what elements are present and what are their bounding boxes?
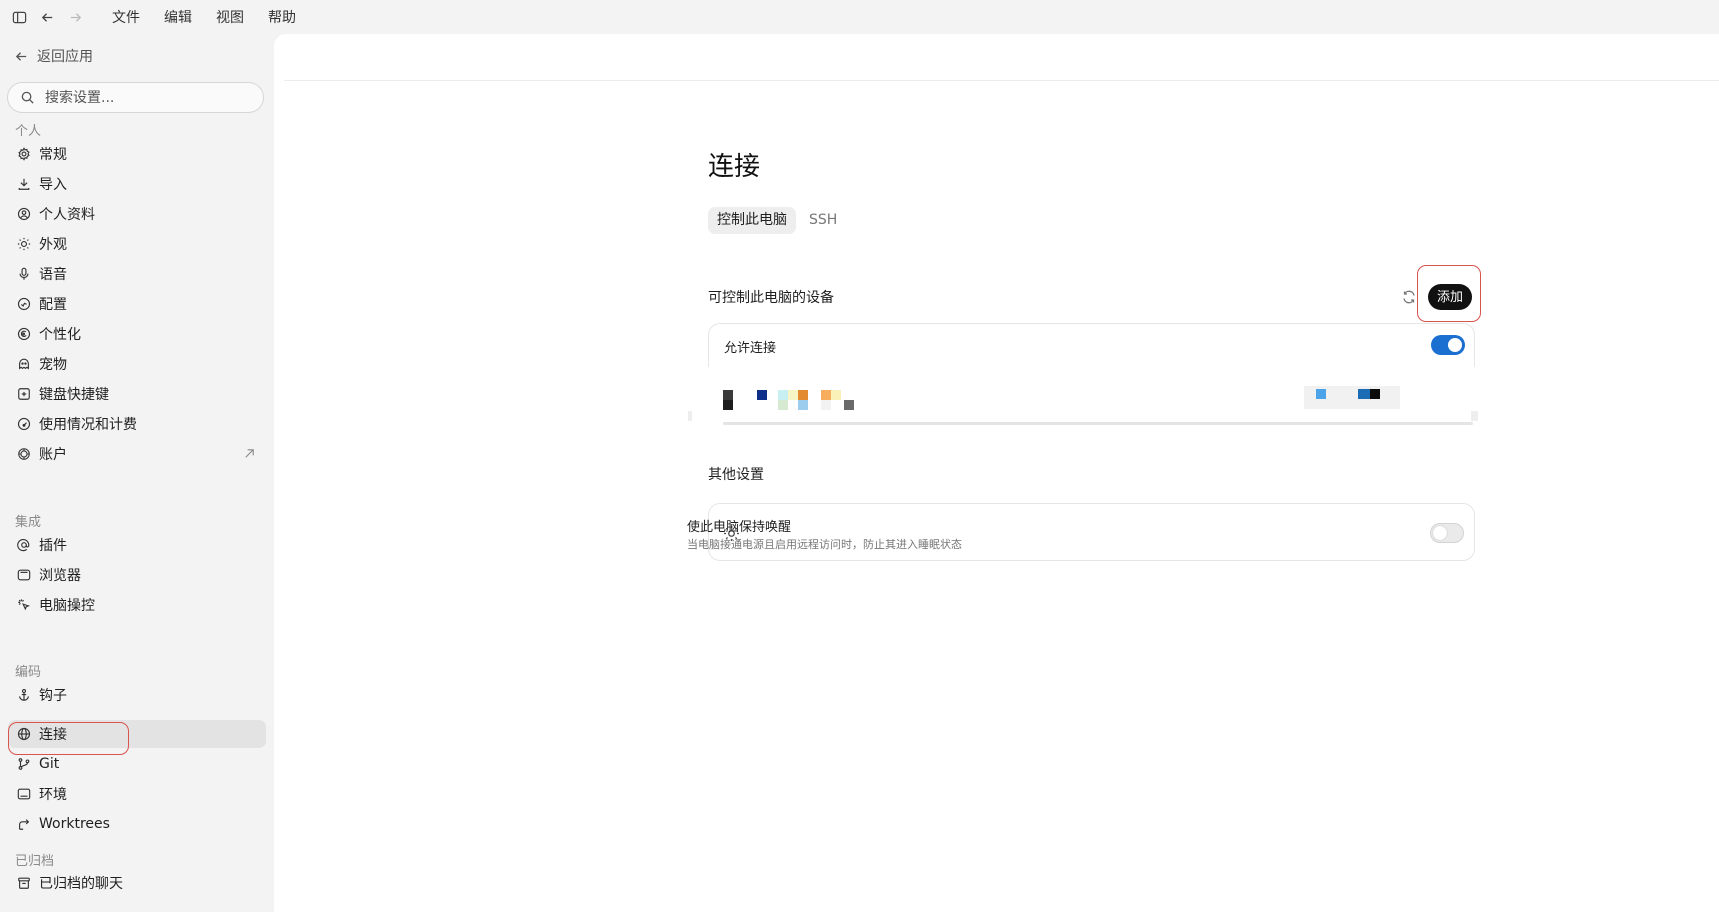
sidebar-item-label: Git [39,756,60,772]
sidebar-item-label: 配置 [39,297,67,313]
menu-file[interactable]: 文件 [112,7,140,27]
other-settings-heading: 其他设置 [708,467,764,483]
gear-icon [16,147,31,162]
keyboard-icon [16,387,31,402]
sidebar-item-environment[interactable]: 环境 [8,780,266,808]
sidebar-item-personalize[interactable]: 个性化 [8,320,266,348]
sidebar-item-voice[interactable]: 语音 [8,260,266,288]
config-icon [16,297,31,312]
sidebar-item-label: 钩子 [39,688,67,704]
at-icon [16,538,31,553]
sidebar-item-label: 浏览器 [39,568,81,584]
section-title-coding: 编码 [15,665,42,680]
sidebar-toggle-icon[interactable] [8,6,30,28]
arrow-left-icon [15,51,27,61]
section-title-integrations: 集成 [15,515,42,530]
account-icon [16,447,31,462]
git-branch-icon [16,757,31,772]
sidebar-item-label: 账户 [39,447,67,463]
pet-icon [16,357,31,372]
monitor-icon [16,787,31,802]
tab-control-this-computer[interactable]: 控制此电脑 [708,207,796,234]
search-icon [21,91,34,104]
sidebar-item-hooks[interactable]: 钩子 [8,681,266,709]
back-arrow-icon[interactable] [36,6,58,28]
sidebar-item-label: 导入 [39,177,67,193]
menu-edit[interactable]: 编辑 [164,7,192,27]
sidebar-item-label: 使用情况和计费 [39,417,137,433]
sidebar-item-label: 个人资料 [39,207,95,223]
tab-bar: 控制此电脑 SSH [708,207,850,234]
highlight-box [8,722,129,755]
sidebar-item-label: 宠物 [39,357,67,373]
keep-awake-card [708,503,1475,561]
gauge-icon [16,417,31,432]
archive-icon [16,876,31,891]
sidebar: 返回应用 个人 常规 导入 个人资料 外观 语音 配置 个性化 宠物 键盘快捷键 [0,34,273,912]
allow-connection-label: 允许连接 [724,341,777,356]
sidebar-item-label: Worktrees [39,816,110,832]
sun-icon [16,237,31,252]
sidebar-item-label: 常规 [39,147,67,163]
sidebar-item-appearance[interactable]: 外观 [8,230,266,258]
external-link-icon [245,449,254,458]
sidebar-item-usage-billing[interactable]: 使用情况和计费 [8,410,266,438]
cursor-icon [16,598,31,613]
sidebar-item-label: 插件 [39,538,67,554]
anchor-icon [16,688,31,703]
sidebar-item-label: 电脑操控 [39,598,95,614]
sidebar-item-profile[interactable]: 个人资料 [8,200,266,228]
devices-heading: 可控制此电脑的设备 [708,290,834,306]
back-to-app-label: 返回应用 [37,49,93,65]
menu-view[interactable]: 视图 [216,7,244,27]
refresh-icon[interactable] [1401,289,1417,305]
sidebar-item-import[interactable]: 导入 [8,170,266,198]
browser-icon [16,568,31,583]
sidebar-item-archived-chats[interactable]: 已归档的聊天 [8,869,266,897]
sidebar-item-general[interactable]: 常规 [8,140,266,168]
search-input[interactable] [43,88,247,107]
page-title: 连接 [708,152,761,182]
personalize-icon [16,327,31,342]
settings-search[interactable] [7,82,264,113]
user-circle-icon [16,207,31,222]
download-icon [16,177,31,192]
sidebar-item-label: 环境 [39,787,67,803]
section-title-archived: 已归档 [15,854,55,869]
sidebar-item-keyboard-shortcuts[interactable]: 键盘快捷键 [8,380,266,408]
sidebar-item-plugins[interactable]: 插件 [8,531,266,559]
allow-connection-card: 允许连接 [708,323,1475,367]
main-panel: 连接 控制此电脑 SSH 可控制此电脑的设备 添加 允许连接 其他设置 使此电脑… [274,34,1719,912]
microphone-icon [16,267,31,282]
sidebar-item-worktrees[interactable]: Worktrees [8,810,266,838]
divider [284,80,1719,81]
sidebar-item-account[interactable]: 账户 [8,440,266,468]
menu-bar: 文件 编辑 视图 帮助 [0,0,1719,34]
sidebar-item-label: 个性化 [39,327,81,343]
sidebar-item-label: 键盘快捷键 [39,387,109,403]
keep-awake-toggle[interactable] [1430,523,1464,543]
menu-help[interactable]: 帮助 [268,7,296,27]
forward-arrow-icon[interactable] [64,6,86,28]
sidebar-item-browser[interactable]: 浏览器 [8,561,266,589]
highlight-box [1417,265,1481,322]
sidebar-item-config[interactable]: 配置 [8,290,266,318]
allow-connection-toggle[interactable] [1431,335,1465,355]
sidebar-item-label: 已归档的聊天 [39,876,123,892]
sidebar-item-label: 外观 [39,237,67,253]
horizontal-scrollbar[interactable] [723,422,1473,425]
section-title-personal: 个人 [15,124,42,139]
tab-ssh[interactable]: SSH [800,207,846,234]
sidebar-item-pet[interactable]: 宠物 [8,350,266,378]
toggle-knob [1448,338,1462,352]
keep-awake-label: 使此电脑保持唤醒 [687,520,792,535]
back-to-app-link[interactable]: 返回应用 [14,46,93,66]
keep-awake-description: 当电脑接通电源且启用远程访问时，防止其进入睡眠状态 [687,538,962,551]
sidebar-item-label: 语音 [39,267,67,283]
toggle-knob [1433,526,1447,540]
worktree-icon [16,817,31,832]
sidebar-item-computer-control[interactable]: 电脑操控 [8,591,266,619]
